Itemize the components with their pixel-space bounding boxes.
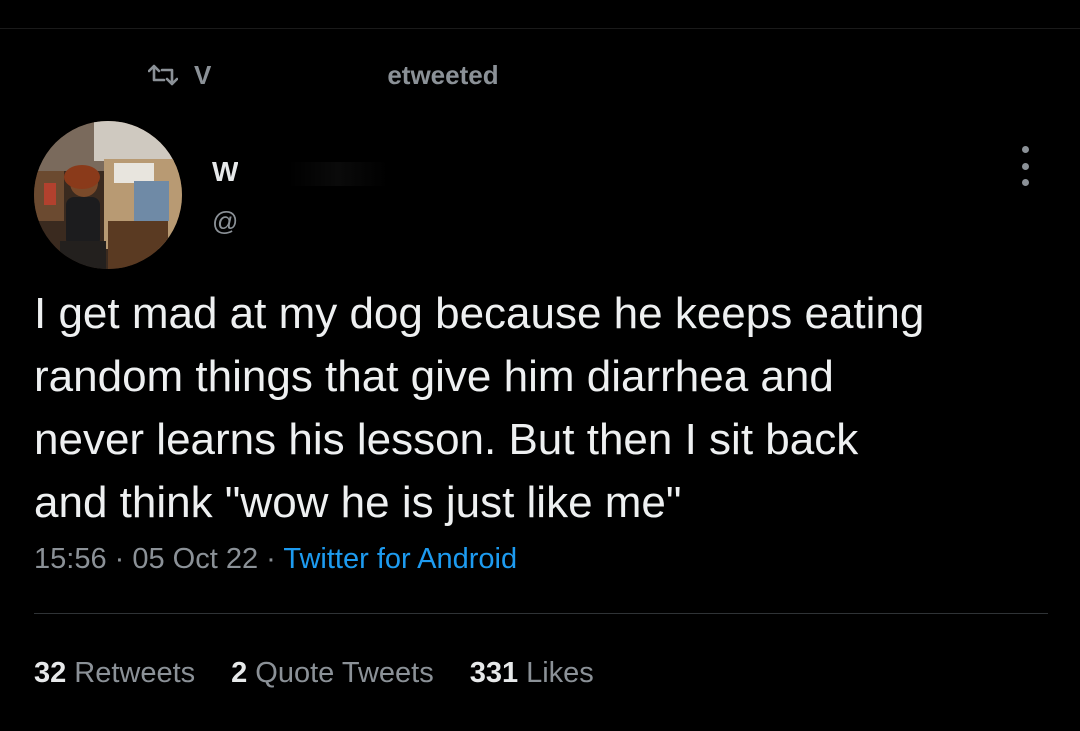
tweet-date[interactable]: 05 Oct 22 [132,543,258,575]
redaction-mark [238,213,419,234]
retweeted-banner[interactable]: V etweeted [148,60,499,90]
retweeted-label: etweeted [387,59,499,90]
tweet-text: I get mad at my dog because he keeps eat… [34,289,925,527]
top-divider [0,28,1080,29]
retweets-count: 32 [34,657,67,689]
likes-stat[interactable]: 331 Likes [470,657,594,690]
redaction-mark [238,161,489,186]
more-dot-icon [1021,162,1029,170]
avatar-photo [34,121,182,269]
likes-count: 331 [469,657,519,689]
tweet-screen: V etweeted W @ I get mad at my dog becau… [0,0,1080,731]
author-handle-fragment[interactable]: @ [212,206,238,236]
author-name-fragment[interactable]: W [212,156,238,187]
stats-divider [34,613,1048,614]
retweeter-name[interactable]: V [194,60,211,91]
more-dot-icon [1021,146,1029,153]
tweet-stats: 32 Retweets 2 Quote Tweets 331 Likes [34,657,594,690]
likes-label: Likes [526,657,594,689]
quote-tweets-count: 2 [231,657,248,689]
retweet-icon [148,64,178,86]
avatar[interactable] [34,121,182,269]
more-options-button[interactable] [1010,146,1040,186]
redaction-mark [217,60,388,90]
quote-tweets-label: Quote Tweets [255,657,434,689]
meta-separator: · [106,543,133,575]
retweets-stat[interactable]: 32 Retweets [34,657,195,690]
tweet-time[interactable]: 15:56 [34,543,107,575]
more-dot-icon [1021,179,1029,186]
author-name[interactable]: W [212,156,489,188]
author-handle[interactable]: @ [212,206,419,237]
tweet-source-link[interactable]: Twitter for Android [283,543,517,575]
tweet-meta: 15:56 · 05 Oct 22 · Twitter for Android [34,543,517,576]
quote-tweets-stat[interactable]: 2 Quote Tweets [231,657,434,690]
retweets-label: Retweets [74,657,196,689]
meta-separator: · [258,543,284,575]
